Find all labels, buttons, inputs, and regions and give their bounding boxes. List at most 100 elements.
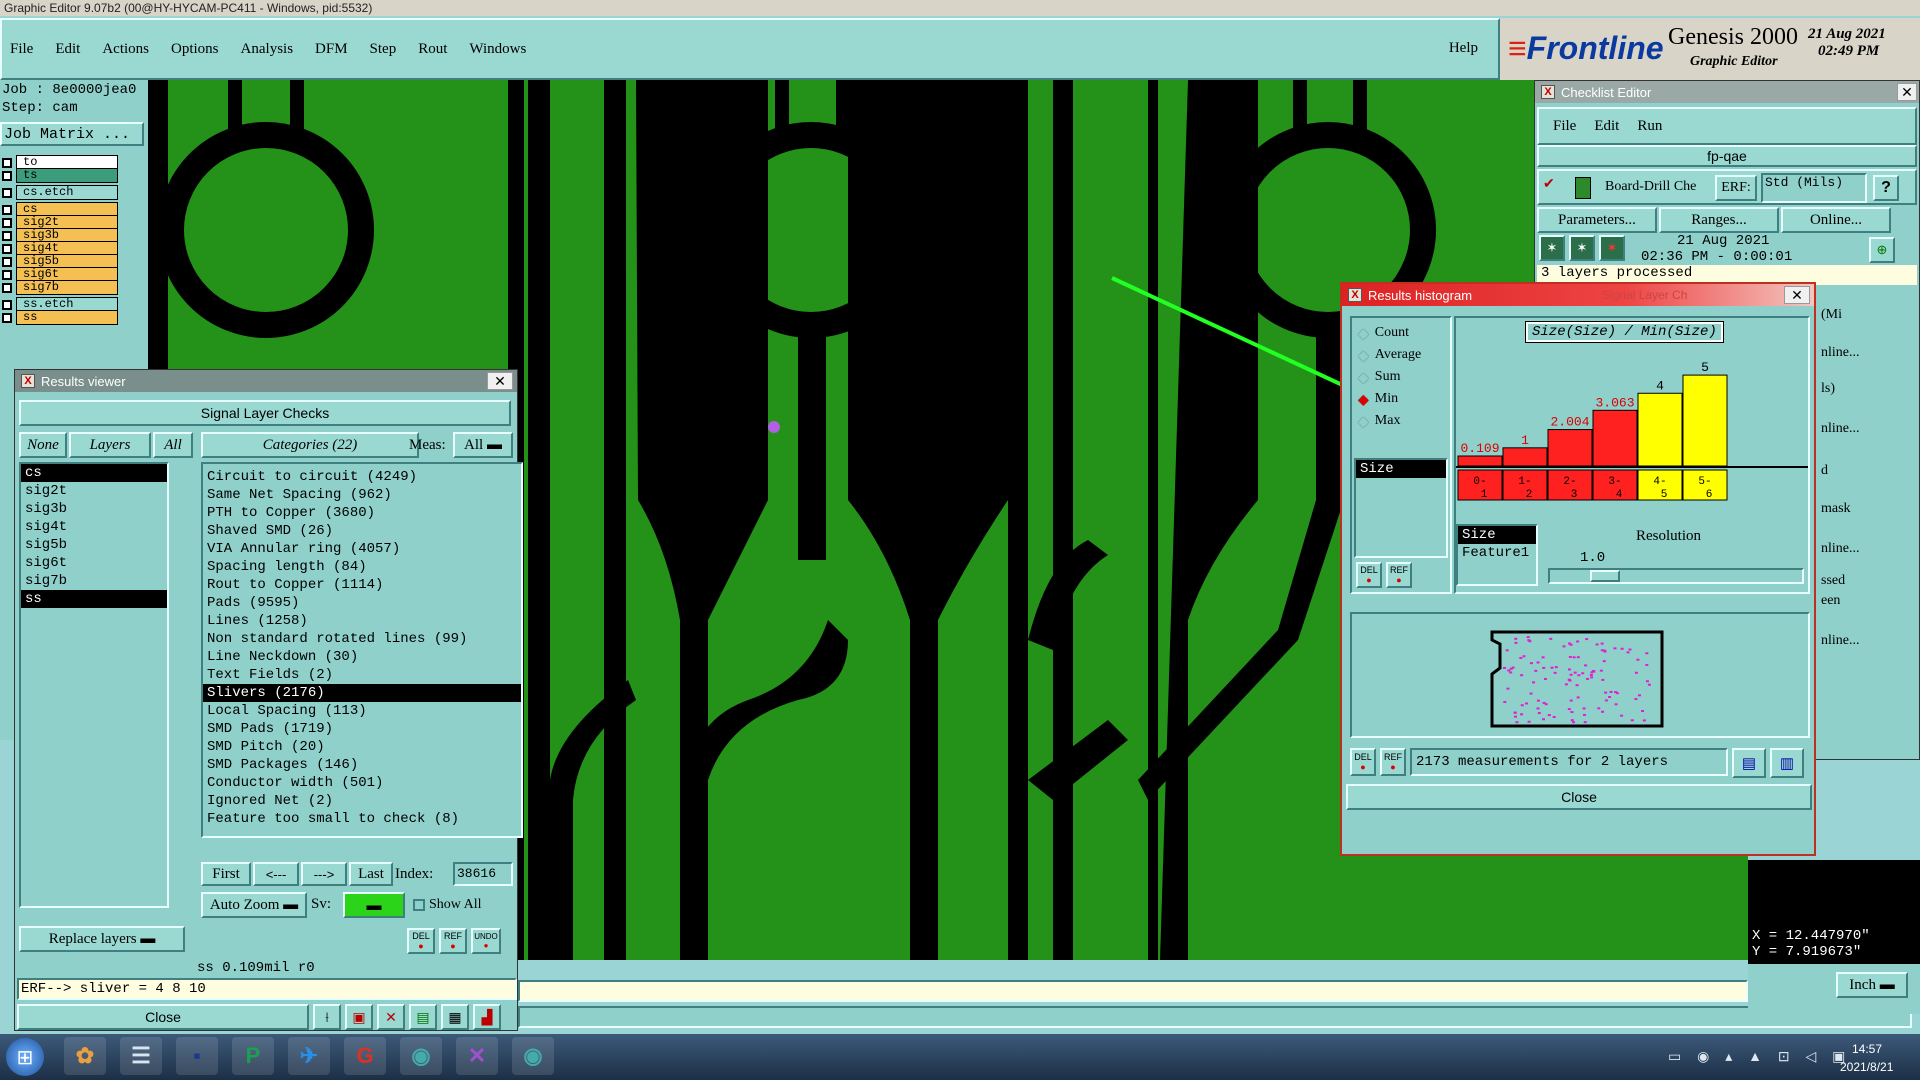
menu-file[interactable]: File (10, 41, 33, 58)
app-p-icon[interactable]: P (232, 1037, 274, 1075)
histogram-bar[interactable] (1547, 429, 1593, 467)
category-list-item[interactable]: PTH to Copper (3680) (203, 504, 521, 522)
resolution-slider[interactable] (1548, 568, 1804, 584)
category-list-item[interactable]: VIA Annular ring (4057) (203, 540, 521, 558)
layers-button[interactable]: Layers (69, 432, 151, 458)
category-list-item[interactable]: Pads (9595) (203, 594, 521, 612)
layer-list-item[interactable]: sig4t (21, 518, 167, 536)
close-icon[interactable]: ✕ (1897, 83, 1917, 101)
run-icon-2[interactable]: ✶ (1569, 235, 1595, 261)
category-list-item[interactable]: SMD Pitch (20) (203, 738, 521, 756)
layer-checkbox[interactable] (2, 187, 12, 198)
close-icon[interactable]: ✕ (1784, 286, 1810, 304)
layers-list[interactable]: cs sig2t sig3b sig4t sig5b sig6t sig7b ss (19, 462, 169, 908)
next-button[interactable]: ---> (301, 862, 347, 886)
menu-analysis[interactable]: Analysis (241, 41, 294, 58)
run-icon-3[interactable]: ✶ (1599, 235, 1625, 261)
layer-checkbox[interactable] (2, 204, 12, 215)
category-list-item[interactable]: Feature too small to check (8) (203, 810, 521, 828)
ref-button[interactable]: REF ● (1386, 562, 1412, 588)
undo-button[interactable]: UNDO ● (471, 928, 501, 954)
erf-field[interactable]: Std (Mils) (1761, 173, 1867, 203)
field-list[interactable]: Size Feature1 (1456, 524, 1538, 586)
category-list-item[interactable]: Local Spacing (113) (203, 702, 521, 720)
del-button-2[interactable]: DEL ● (1350, 748, 1376, 776)
layer-checkbox[interactable] (2, 230, 12, 241)
job-layer-row[interactable]: ts (0, 168, 118, 183)
histogram-bar[interactable] (1682, 374, 1728, 467)
category-list-item[interactable]: Slivers (2176) (203, 684, 521, 702)
show-all-checkbox[interactable]: Show All (413, 897, 482, 913)
auto-zoom-select[interactable]: Auto Zoom ▬ (201, 892, 307, 918)
tool-icon-2[interactable]: ▣ (345, 1004, 373, 1030)
layer-checkbox[interactable] (2, 299, 12, 310)
command-line[interactable] (518, 980, 1748, 1002)
histogram-bar[interactable] (1502, 447, 1548, 467)
meas-select[interactable]: All ▬ (453, 432, 513, 458)
folder-icon[interactable]: ✿ (64, 1037, 106, 1075)
layer-checkbox[interactable] (2, 256, 12, 267)
layer-list-item[interactable]: sig2t (21, 482, 167, 500)
index-field[interactable]: 38616 (453, 862, 513, 886)
replace-layers-select[interactable]: Replace layers ▬ (19, 926, 185, 952)
histogram-bar[interactable] (1637, 392, 1683, 467)
layer-list-item[interactable]: sig6t (21, 554, 167, 572)
field-item[interactable]: Feature1 (1458, 544, 1536, 562)
job-matrix-button[interactable]: Job Matrix ... (0, 122, 144, 146)
tool-icon-5[interactable]: ▦ (441, 1004, 469, 1030)
category-list-item[interactable]: Shaved SMD (26) (203, 522, 521, 540)
categories-button[interactable]: Categories (22) (201, 432, 419, 458)
layer-list-item[interactable]: sig7b (21, 572, 167, 590)
histogram-close-button[interactable]: Close (1346, 784, 1812, 810)
category-list-item[interactable]: Circuit to circuit (4249) (203, 468, 521, 486)
category-list-item[interactable]: Conductor width (501) (203, 774, 521, 792)
categories-list[interactable]: Circuit to circuit (4249) Same Net Spacin… (201, 462, 523, 838)
layer-checkbox[interactable] (2, 217, 12, 228)
layer-checkbox[interactable] (2, 170, 12, 181)
menu-rout[interactable]: Rout (418, 41, 447, 58)
notepad-icon[interactable]: ☰ (120, 1037, 162, 1075)
option-count[interactable]: ◆ Count (1352, 322, 1450, 344)
tool-icon-3[interactable]: ✕ (377, 1004, 405, 1030)
g-app-icon[interactable]: G (344, 1037, 386, 1075)
checklist-menu-edit[interactable]: Edit (1594, 118, 1619, 135)
help-button[interactable]: ? (1873, 175, 1899, 201)
histogram-bar[interactable] (1457, 455, 1503, 467)
run-icon-1[interactable]: ✶ (1539, 235, 1565, 261)
close-button[interactable]: Close (17, 1004, 309, 1030)
online-button[interactable]: Online... (1781, 207, 1891, 233)
sv-color-select[interactable]: ▬ (343, 892, 405, 918)
layer-list-item[interactable]: ss (21, 590, 167, 608)
category-list-item[interactable]: Non standard rotated lines (99) (203, 630, 521, 648)
category-list-item[interactable]: SMD Packages (146) (203, 756, 521, 774)
category-list-item[interactable]: SMD Pads (1719) (203, 720, 521, 738)
option-sum[interactable]: ◆ Sum (1352, 366, 1450, 388)
histogram-bar[interactable] (1592, 409, 1638, 467)
ranges-button[interactable]: Ranges... (1659, 207, 1779, 233)
messenger-icon[interactable]: ✈ (288, 1037, 330, 1075)
help-menu[interactable]: Help (1449, 40, 1478, 57)
eye-app-icon[interactable]: ◉ (400, 1037, 442, 1075)
option-average[interactable]: ◆ Average (1352, 344, 1450, 366)
item-list[interactable]: Size (1354, 458, 1448, 558)
layer-checkbox[interactable] (2, 312, 12, 323)
units-select[interactable]: Inch ▬ (1836, 972, 1908, 998)
layer-checkbox[interactable] (2, 157, 12, 168)
export-icon-1[interactable]: ▤ (1732, 748, 1766, 778)
menu-windows[interactable]: Windows (469, 41, 526, 58)
save-icon[interactable]: ▪ (176, 1037, 218, 1075)
all-button[interactable]: All (153, 432, 193, 458)
menu-options[interactable]: Options (171, 41, 219, 58)
checklist-menu-run[interactable]: Run (1637, 118, 1662, 135)
genesis-icon[interactable]: ◉ (512, 1037, 554, 1075)
job-layer-row[interactable]: sig7b (0, 280, 118, 295)
layer-list-item[interactable]: cs (21, 464, 167, 482)
x-app-icon[interactable]: ✕ (456, 1037, 498, 1075)
command-line-2[interactable] (518, 1006, 1912, 1028)
prev-button[interactable]: <--- (253, 862, 299, 886)
field-item[interactable]: Size (1458, 526, 1536, 544)
zoom-icon[interactable]: ⊕ (1869, 237, 1895, 263)
menu-step[interactable]: Step (370, 41, 397, 58)
ref-button[interactable]: REF ● (439, 928, 467, 954)
menu-actions[interactable]: Actions (102, 41, 149, 58)
